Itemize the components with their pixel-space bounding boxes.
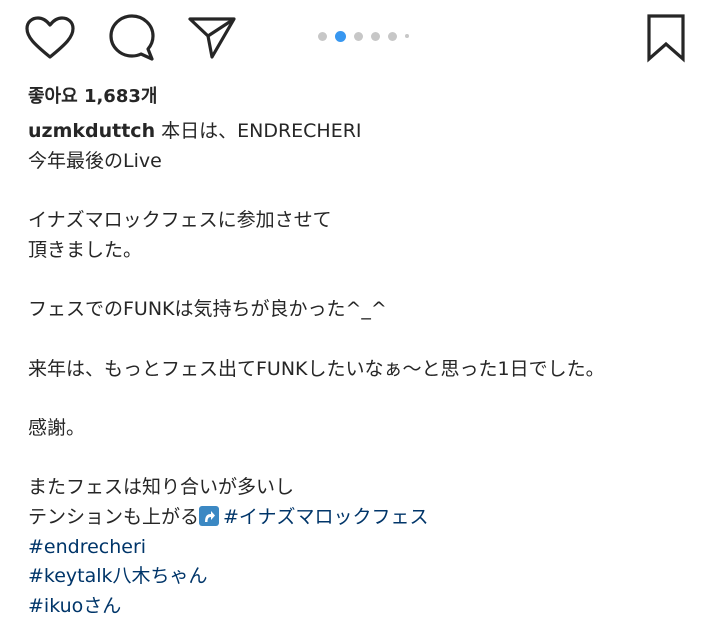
caption-line: またフェスは知り合いが多いし [28, 476, 295, 499]
hashtag-link[interactable]: #イナズマロックフェス [223, 506, 429, 528]
post-caption: uzmkduttch 本日は、ENDRECHERI 今年最後のLive イナズマロ… [28, 117, 708, 622]
caption-line: 今年最後のLive [28, 149, 162, 172]
comment-icon [107, 13, 157, 63]
username-link[interactable]: uzmkduttch [28, 120, 155, 142]
carousel-dot [318, 31, 327, 41]
hashtag-line: #endrecheri [28, 533, 708, 563]
caption-line: イナズマロックフェスに参加させて [28, 209, 332, 232]
like-count[interactable]: 좋아요 1,683개 [28, 83, 157, 111]
up-arrow-emoji-icon [199, 505, 220, 526]
carousel-dot [371, 31, 380, 41]
hashtag-line: #keytalk八木ちゃん [28, 562, 708, 592]
hashtag-link[interactable]: #keytalk八木ちゃん [28, 565, 208, 587]
caption-tension-line: テンションも上がる #イナズマロックフェス [28, 503, 708, 533]
caption-line: 感謝。 [28, 416, 86, 439]
bookmark-icon [646, 13, 686, 63]
caption-line: 来年は、もっとフェス出てFUNKしたいなぁ〜と思った1日でした。 [28, 357, 605, 380]
share-icon [186, 15, 238, 61]
carousel-dot [388, 31, 397, 41]
caption-line [28, 444, 708, 474]
save-button[interactable] [638, 12, 694, 64]
hashtag-line: #ikuoさん [28, 592, 708, 622]
caption-line [28, 176, 708, 206]
caption-first-line: uzmkduttch 本日は、ENDRECHERI [28, 117, 708, 147]
carousel-dot-active [335, 30, 346, 42]
carousel-indicator [318, 29, 417, 43]
caption-text: 本日は、ENDRECHERI [161, 120, 362, 142]
share-button[interactable] [184, 12, 240, 64]
caption-text: テンションも上がる [28, 505, 200, 528]
carousel-dot [354, 31, 363, 41]
caption-line: フェスでのFUNKは気持ちが良かった^_^ [28, 298, 387, 321]
caption-line [28, 384, 708, 414]
heart-icon [24, 15, 76, 61]
carousel-dot-small [405, 34, 409, 38]
hashtag-link[interactable]: #endrecheri [28, 536, 146, 558]
like-button[interactable] [22, 12, 78, 64]
caption-line [28, 265, 708, 295]
comment-button[interactable] [104, 12, 160, 64]
post-action-bar [0, 0, 720, 78]
hashtag-link[interactable]: #ikuoさん [28, 595, 121, 617]
caption-line [28, 325, 708, 355]
caption-line: 頂きました。 [28, 238, 143, 261]
